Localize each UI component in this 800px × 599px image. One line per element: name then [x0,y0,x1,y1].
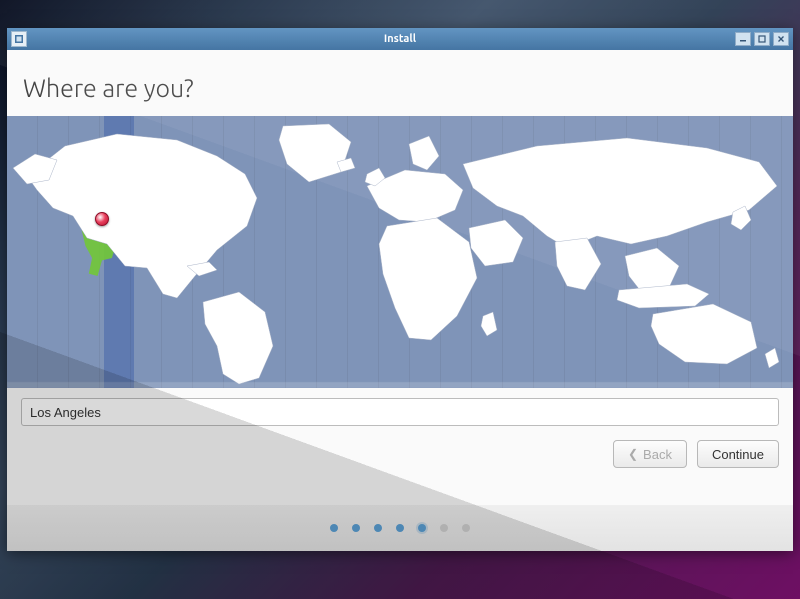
maximize-icon [758,35,766,43]
minimize-icon [739,35,747,43]
progress-dot [462,524,470,532]
progress-dot [330,524,338,532]
back-button[interactable]: ❮ Back [613,440,687,468]
chevron-left-icon: ❮ [628,447,638,461]
location-input-row [7,388,793,426]
window-title: Install [7,33,793,45]
desktop-background: Install Where are you? [0,0,800,599]
progress-dot [440,524,448,532]
continue-button[interactable]: Continue [697,440,779,468]
timezone-map[interactable] [7,116,793,388]
installer-window: Install Where are you? [7,28,793,551]
minimize-button[interactable] [735,32,751,46]
location-pin-icon [95,212,109,226]
continue-button-label: Continue [712,447,764,462]
progress-dot [418,524,426,532]
progress-dots [7,505,793,551]
window-titlebar[interactable]: Install [7,28,793,50]
page-heading: Where are you? [23,74,793,102]
close-icon [777,35,785,43]
progress-dot [352,524,360,532]
back-button-label: Back [643,447,672,462]
window-control-buttons [735,32,789,46]
world-landmasses [7,116,793,388]
nav-button-row: ❮ Back Continue [7,426,793,482]
location-input[interactable] [21,398,779,426]
window-app-icon [11,31,27,47]
close-button[interactable] [773,32,789,46]
installer-content: Where are you? [7,50,793,551]
progress-dot [374,524,382,532]
progress-dot [396,524,404,532]
maximize-button[interactable] [754,32,770,46]
